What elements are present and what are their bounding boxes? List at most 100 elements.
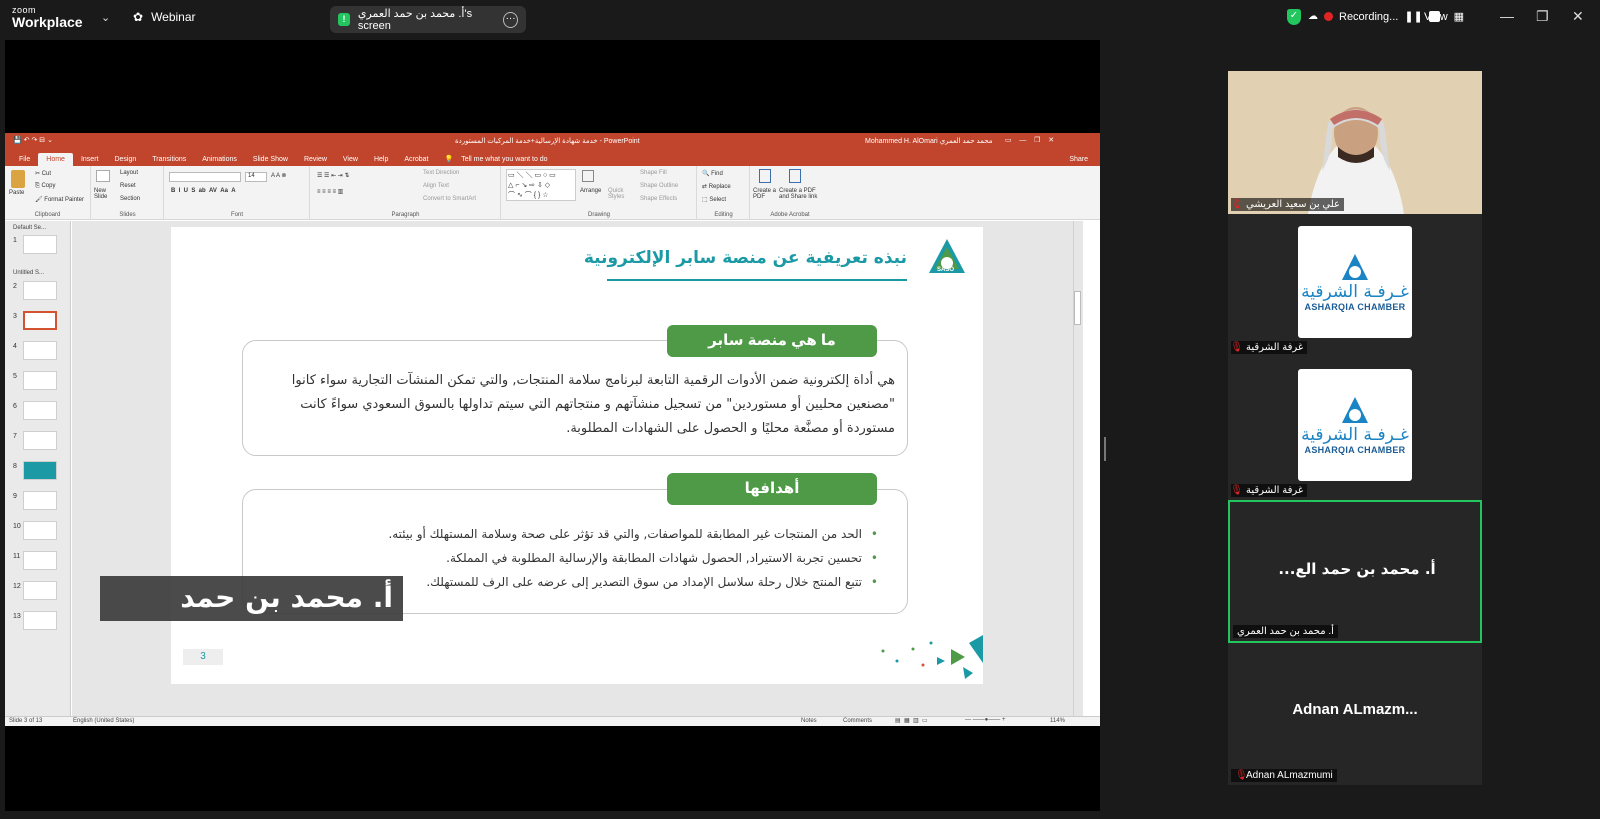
shape-effects-button[interactable]: Shape Effects — [640, 196, 677, 202]
slide-thumbnail[interactable] — [23, 341, 57, 360]
replace-button[interactable]: ⇄ Replace — [702, 183, 731, 190]
participant-name: أ. محمد بن حمد العمري — [1237, 626, 1334, 637]
slide-thumbnail[interactable] — [23, 551, 57, 570]
ppt-title-bar: 💾 ↶ ↷ ⊟ ⌄ خدمة شهادة الإرسالية+خدمة المر… — [5, 133, 1100, 149]
reset-button[interactable]: Reset — [120, 183, 136, 189]
tab-transitions[interactable]: Transitions — [144, 153, 194, 166]
shapes-gallery[interactable]: ▭ ＼ ＼ ▭ ○ ▭ △ ⌐ ↘ ⇨ ⇩ ◇ ⌒ ∿ ⌒ { } ☆ — [506, 169, 576, 201]
participant-video-tile[interactable]: علي بن سعيد العريشي 🎙 — [1228, 71, 1482, 214]
view-button[interactable]: View ▦ — [1424, 10, 1464, 24]
share-pdf-icon[interactable] — [789, 169, 801, 183]
slide-thumbnail[interactable] — [23, 281, 57, 300]
find-button[interactable]: 🔍 Find — [702, 170, 723, 177]
select-button[interactable]: ⬚ Select — [702, 196, 726, 203]
panel-resize-handle[interactable] — [1104, 437, 1106, 461]
align-icons[interactable]: ≡ ≡ ≡ ≡ ▥ — [317, 188, 343, 195]
slide-thumbnail[interactable] — [23, 521, 57, 540]
tab-home[interactable]: Home — [38, 153, 73, 166]
tab-review[interactable]: Review — [296, 153, 335, 166]
arrange-icon[interactable] — [582, 170, 594, 182]
paste-button[interactable]: Paste — [9, 190, 24, 196]
paste-icon[interactable] — [11, 170, 25, 188]
slide-thumbnail[interactable] — [23, 401, 57, 420]
muted-mic-icon: 🎙 — [1230, 341, 1243, 353]
create-pdf-button[interactable]: Create a PDF — [753, 188, 777, 200]
font-grow-shrink-icons[interactable]: A A ⊗ — [271, 172, 286, 179]
pause-icon[interactable]: ❚❚ — [1404, 10, 1422, 23]
cut-button[interactable]: ✂ Cut — [35, 170, 51, 177]
recording-indicator[interactable]: ☁ Recording... ❚❚ — [1308, 10, 1440, 23]
comments-button[interactable]: Comments — [843, 718, 872, 724]
text-direction-button[interactable]: Text Direction — [423, 170, 459, 176]
ppt-share-button[interactable]: Share — [1061, 153, 1100, 166]
new-slide-button[interactable]: New Slide — [94, 188, 116, 200]
security-shield-icon[interactable]: ✓ — [1287, 9, 1301, 25]
participant-tile[interactable]: غـرفـة الشرقية ASHARQIA CHAMBER غرفة الش… — [1228, 214, 1482, 357]
slide-thumbnail[interactable] — [23, 371, 57, 390]
chamber-emblem-icon — [1342, 397, 1368, 423]
close-icon[interactable]: ✕ — [1572, 8, 1584, 25]
webinar-label: Webinar — [151, 10, 196, 24]
scrollbar-thumb[interactable] — [1074, 291, 1081, 325]
ppt-window-controls[interactable]: ▭ — ❐ ✕ — [1005, 136, 1054, 144]
create-pdf-icon[interactable] — [759, 169, 771, 183]
slide-thumbnail[interactable] — [23, 431, 57, 450]
restore-icon[interactable]: ❐ — [1536, 8, 1549, 25]
tab-animations[interactable]: Animations — [194, 153, 245, 166]
section-button[interactable]: Section — [120, 196, 140, 202]
tab-insert[interactable]: Insert — [73, 153, 107, 166]
slide-thumbnail[interactable] — [23, 311, 57, 330]
tell-me-search[interactable]: Tell me what you want to do — [461, 153, 555, 166]
vertical-scrollbar[interactable] — [1073, 221, 1081, 716]
more-options-icon[interactable]: ··· — [503, 11, 518, 28]
webinar-button[interactable]: ✿ Webinar — [133, 10, 196, 24]
tab-design[interactable]: Design — [106, 153, 144, 166]
tab-file[interactable]: File — [11, 153, 38, 166]
quick-access-icons[interactable]: 💾 ↶ ↷ ⊟ ⌄ — [13, 136, 53, 144]
convert-smartart-button[interactable]: Convert to SmartArt — [423, 196, 476, 202]
new-slide-icon[interactable] — [96, 170, 110, 182]
participant-name: علي بن سعيد العريشي — [1246, 199, 1341, 210]
tab-view[interactable]: View — [335, 153, 366, 166]
tab-help[interactable]: Help — [366, 153, 396, 166]
tab-acrobat[interactable]: Acrobat — [396, 153, 436, 166]
slide-thumbnail-number: 12 — [13, 583, 21, 590]
tab-slide-show[interactable]: Slide Show — [245, 153, 296, 166]
section-untitled[interactable]: Untitled S... — [13, 270, 44, 276]
quick-styles-button[interactable]: Quick Styles — [608, 188, 634, 200]
zoom-slider[interactable]: — ——●—— + — [965, 717, 1005, 723]
minimize-icon[interactable]: — — [1500, 8, 1514, 24]
slide-thumbnail[interactable] — [23, 235, 57, 254]
participant-tile[interactable]: Adnan ALmazm... 🎙 Adnan ALmazmumi — [1228, 643, 1482, 785]
list-icons[interactable]: ☰ ☰ ⇤ ⇥ ⇅ — [317, 172, 350, 179]
slide-thumbnail[interactable] — [23, 491, 57, 510]
notes-button[interactable]: Notes — [801, 718, 817, 724]
participant-tile[interactable]: غـرفـة الشرقية ASHARQIA CHAMBER غرفة الش… — [1228, 357, 1482, 500]
create-share-pdf-button[interactable]: Create a PDF and Share link — [779, 188, 825, 200]
chamber-emblem-icon — [1342, 254, 1368, 280]
copy-button[interactable]: ⎘ Copy — [35, 183, 55, 190]
font-size-dropdown[interactable]: 14 — [245, 172, 267, 182]
screen-share-indicator[interactable]: ! أ. محمد بن حمد العمري's screen ··· — [330, 6, 526, 33]
font-name-dropdown[interactable] — [169, 172, 241, 182]
arrange-button[interactable]: Arrange — [580, 188, 601, 194]
slide-thumbnail[interactable] — [23, 611, 57, 630]
section-default[interactable]: Default Se... — [13, 225, 46, 231]
slide-thumbnail[interactable] — [23, 461, 57, 480]
ppt-ribbon-tabs: File Home Insert Design Transitions Anim… — [5, 149, 1100, 166]
layout-button[interactable]: Layout — [120, 170, 138, 176]
language-indicator[interactable]: English (United States) — [73, 718, 134, 724]
participant-name-tag: غرفة الشرقية 🎙 — [1230, 484, 1308, 497]
shape-fill-button[interactable]: Shape Fill — [640, 170, 667, 176]
view-mode-icons[interactable]: ▤ ▦ ▥ ▭ — [895, 717, 928, 724]
format-painter-button[interactable]: 🖌 Format Painter — [35, 196, 84, 203]
font-format-icons[interactable]: B I U S ab AV Aa A — [171, 188, 236, 194]
align-text-button[interactable]: Align Text — [423, 183, 449, 189]
goal-item: تتبع المنتج خلال رحلة سلاسل الإمداد من س… — [426, 575, 877, 589]
chevron-down-icon[interactable]: ⌄ — [101, 11, 110, 24]
zoom-level[interactable]: 114% — [1050, 718, 1065, 724]
active-speaker-tile[interactable]: أ. محمد بن حمد الع... أ. محمد بن حمد الع… — [1228, 500, 1482, 643]
shape-outline-button[interactable]: Shape Outline — [640, 183, 678, 189]
slide-thumbnail-number: 4 — [13, 343, 17, 350]
slide-thumbnail[interactable] — [23, 581, 57, 600]
